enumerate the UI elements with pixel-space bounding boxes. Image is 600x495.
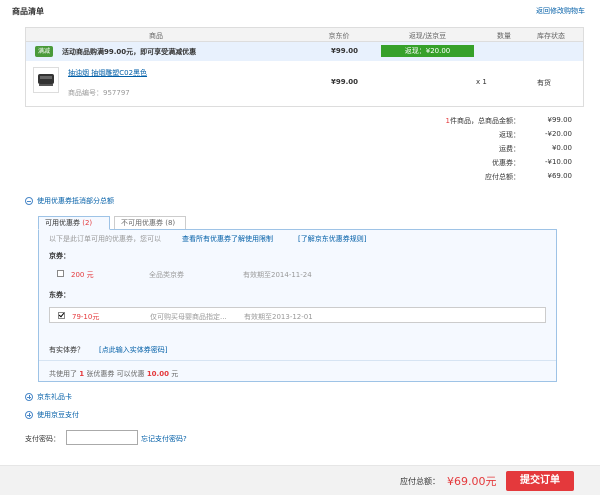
forgot-password-link[interactable]: 忘记支付密码? xyxy=(141,434,187,444)
promo-row: 满减 活动商品购满99.00元，即可享受满减优惠 ¥99.00 返现：¥20.0… xyxy=(25,42,584,61)
coupon-expiry: 有效期至2014-11-24 xyxy=(243,271,312,279)
coupon-rules-link[interactable]: [了解京东优惠券规则] xyxy=(298,234,366,244)
summary-label: 应付总额： xyxy=(485,173,520,181)
footer-pre: 共使用了 xyxy=(49,370,77,378)
section-title: 商品清单 xyxy=(12,7,44,16)
jingdou-label: 使用京豆支付 xyxy=(37,411,79,419)
total-value: ¥69.00元 xyxy=(447,475,497,488)
coupon-toggle-label: 使用优惠券抵消部分总额 xyxy=(37,197,114,205)
product-price: ¥99.00 xyxy=(331,78,359,86)
coupon-footer: 共使用了 1 张优惠券 可以优惠 10.00 元 xyxy=(49,369,178,379)
range-hood-image-icon xyxy=(38,74,54,86)
product-stock: 有货 xyxy=(537,79,551,87)
tab-available-label: 可用优惠券 xyxy=(45,219,80,227)
coupon-description: 全品类京券 xyxy=(149,271,184,279)
collapse-icon xyxy=(25,197,33,205)
product-qty: x 1 xyxy=(476,78,487,86)
expand-icon xyxy=(25,411,33,419)
footer-count: 1 xyxy=(79,370,85,378)
product-code: 商品编号：957797 xyxy=(68,89,130,97)
tab-unavailable-coupons[interactable]: 不可用优惠券 (8) xyxy=(114,216,186,230)
pay-password-label: 支付密码： xyxy=(25,435,60,443)
table-row: 抽油烟 抽烟雕塑C02黑色 商品编号：957797 ¥99.00 x 1 有货 xyxy=(25,61,584,107)
coupon-item-jing[interactable]: 200 元 全品类京券 有效期至2014-11-24 xyxy=(49,266,546,282)
promo-text: 活动商品购满99.00元，即可享受满减优惠 xyxy=(62,48,197,56)
pay-password-input[interactable] xyxy=(66,430,138,445)
jingdou-toggle[interactable]: 使用京豆支付 xyxy=(25,410,79,420)
col-header-price: 京东价 xyxy=(328,32,350,40)
promo-badge: 满减 xyxy=(35,46,54,57)
footer-post: 元 xyxy=(171,370,179,378)
summary-value: -¥20.00 xyxy=(544,130,572,138)
summary-row-cashback: 返现： -¥20.00 xyxy=(400,130,572,144)
table-header: 商品 京东价 返现/送京豆 数量 库存状态 xyxy=(25,27,584,42)
col-header-cashback: 返现/送京豆 xyxy=(408,32,447,40)
entity-coupon-link[interactable]: [点此输入实体券密码] xyxy=(99,345,167,355)
goods-table: 商品 京东价 返现/送京豆 数量 库存状态 满减 活动商品购满99.00元，即可… xyxy=(25,27,584,107)
footer-mid: 张优惠券 可以优惠 xyxy=(86,370,145,378)
divider xyxy=(39,360,556,361)
product-name-link[interactable]: 抽油烟 抽烟雕塑C02黑色 xyxy=(68,68,147,78)
tab-available-coupons[interactable]: 可用优惠券 (2) xyxy=(38,216,110,230)
jing-coupon-group-title: 京券： xyxy=(49,252,70,260)
coupon-unit: 元 xyxy=(86,271,94,279)
coupon-description: 仅可购买母婴商品指定... xyxy=(150,313,227,321)
cashback-tag: 返现：¥20.00 xyxy=(381,45,474,57)
summary-value: -¥10.00 xyxy=(544,158,572,166)
summary-row-payable: 应付总额： ¥69.00 xyxy=(400,172,572,186)
summary-row-coupon: 优惠券： -¥10.00 xyxy=(400,158,572,172)
summary-value: ¥69.00 xyxy=(547,172,573,180)
col-header-goods: 商品 xyxy=(149,32,163,40)
summary-value: ¥99.00 xyxy=(547,116,573,124)
promo-price: ¥99.00 xyxy=(331,47,359,55)
view-all-coupons-link[interactable]: 查看所有优惠券了解使用限制 xyxy=(182,234,273,244)
summary-label: 件商品，总商品金额： xyxy=(450,117,520,125)
coupon-info-text: 以下是此订单可用的优惠券，您可以 xyxy=(49,235,161,243)
coupon-checkbox-checked[interactable] xyxy=(58,312,65,319)
summary-label: 返现： xyxy=(499,131,520,139)
product-thumbnail[interactable] xyxy=(33,67,59,93)
coupon-item-dong[interactable]: 79-10元 仅可购买母婴商品指定... 有效期至2013-12-01 xyxy=(49,307,546,323)
coupon-toggle[interactable]: 使用优惠券抵消部分总额 xyxy=(25,196,114,206)
gift-card-toggle[interactable]: 京东礼品卡 xyxy=(25,392,72,402)
col-header-stock: 库存状态 xyxy=(537,32,565,40)
expand-icon xyxy=(25,393,33,401)
tab-unavailable-count: (8) xyxy=(165,219,176,227)
coupon-amount: 200 xyxy=(71,271,85,279)
summary-row-total: 1件商品，总商品金额： ¥99.00 xyxy=(400,116,572,130)
coupon-expiry: 有效期至2013-12-01 xyxy=(244,313,313,321)
summary-value: ¥0.00 xyxy=(551,144,572,152)
tab-available-count: (2) xyxy=(82,219,93,227)
checkout-bar: 应付总额： ¥69.00元 提交订单 xyxy=(0,465,600,495)
back-to-cart-link[interactable]: 返回修改购物车 xyxy=(536,6,585,16)
tab-unavailable-label: 不可用优惠券 xyxy=(121,219,163,227)
summary-label: 优惠券： xyxy=(492,159,520,167)
dong-coupon-group-title: 东券： xyxy=(49,291,70,299)
entity-coupon-label: 有实体券？ xyxy=(49,346,84,354)
coupon-checkbox[interactable] xyxy=(57,270,64,277)
gift-card-label: 京东礼品卡 xyxy=(37,393,72,401)
summary-row-shipping: 运费： ¥0.00 xyxy=(400,144,572,158)
coupon-unit: 元 xyxy=(92,313,100,321)
coupon-amount: 79-10 xyxy=(72,313,93,321)
submit-order-button[interactable]: 提交订单 xyxy=(506,471,574,491)
total-label: 应付总额： xyxy=(400,477,440,486)
footer-amount: 10.00 xyxy=(146,370,169,378)
coupon-panel: 以下是此订单可用的优惠券，您可以 查看所有优惠券了解使用限制 [了解京东优惠券规… xyxy=(38,229,557,382)
summary-label: 运费： xyxy=(499,145,520,153)
